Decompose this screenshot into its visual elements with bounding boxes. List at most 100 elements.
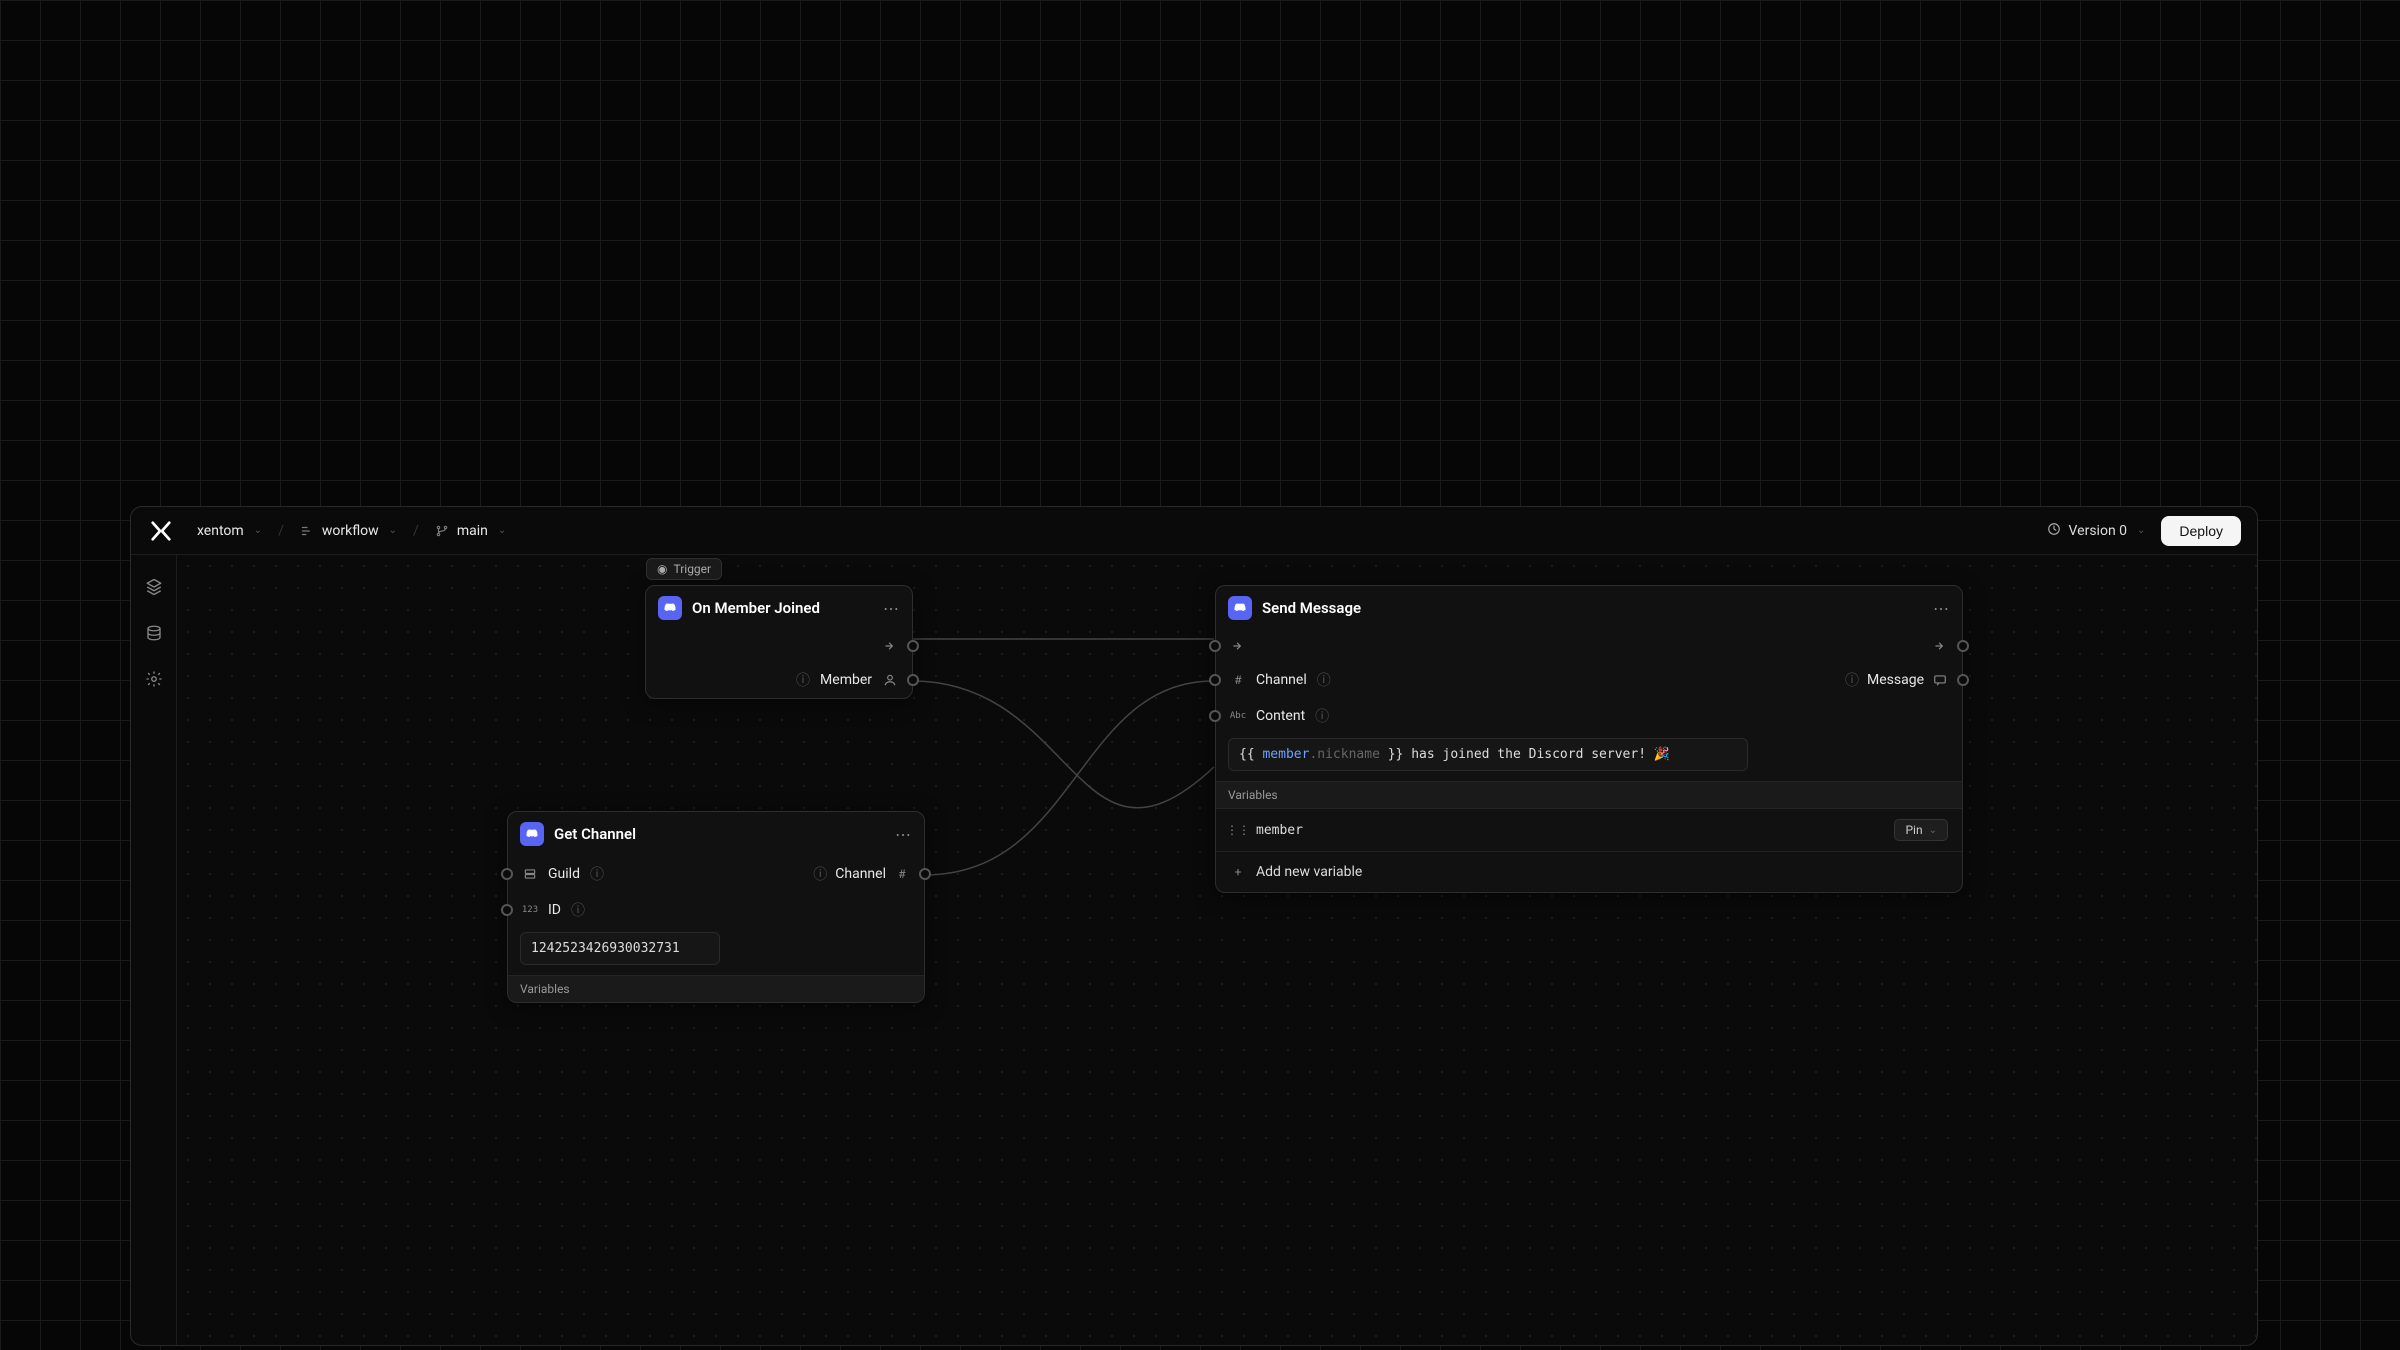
node-menu-button[interactable]: ⋯	[1933, 599, 1950, 618]
breadcrumb-branch-label: main	[457, 523, 488, 539]
port-out-flow[interactable]	[907, 640, 919, 652]
node-send-message[interactable]: Send Message ⋯	[1215, 585, 1963, 893]
user-icon	[882, 672, 898, 688]
gear-icon	[145, 670, 163, 688]
port-in-id[interactable]	[501, 904, 513, 916]
breadcrumb-separator: /	[278, 523, 284, 539]
version-selector[interactable]: Version 0 ⌄	[2039, 518, 2154, 544]
discord-icon	[520, 822, 544, 846]
top-bar: xentom ⌄ / workflow ⌄ / main ⌄	[131, 507, 2257, 555]
breadcrumb-project-label: workflow	[322, 523, 379, 539]
layers-icon	[145, 578, 163, 596]
breadcrumb-branch[interactable]: main ⌄	[429, 520, 512, 542]
tmpl-close: }}	[1380, 747, 1403, 762]
output-row-member: ⓘ Member	[646, 662, 912, 698]
hash-icon: #	[1230, 672, 1246, 688]
id-value: 1242523426930032731	[531, 941, 680, 956]
port-in-content[interactable]	[1209, 710, 1221, 722]
app-body: ◉ Trigger On Member Joined ⋯	[131, 555, 2257, 1345]
tmpl-open: {{	[1239, 747, 1262, 762]
content-template-input[interactable]: {{ member.nickname }} has joined the Dis…	[1228, 738, 1748, 771]
chevron-updown-icon: ⌄	[498, 525, 506, 536]
left-sidebar	[131, 555, 177, 1345]
io-row-guild-channel: Guild ⓘ ⓘ Channel #	[508, 856, 924, 892]
input-row-id: 123 ID ⓘ	[508, 892, 924, 928]
input-channel-label: Channel	[1256, 672, 1307, 688]
info-icon[interactable]: ⓘ	[813, 864, 827, 884]
node-title: Send Message	[1262, 599, 1923, 617]
node-header: Get Channel ⋯	[508, 812, 924, 856]
drag-handle-icon[interactable]: ⋮⋮	[1230, 822, 1246, 838]
breadcrumb-org-label: xentom	[197, 523, 244, 539]
flow-in-icon	[1230, 638, 1246, 654]
port-in-guild[interactable]	[501, 868, 513, 880]
tmpl-var: member	[1262, 747, 1309, 762]
port-out-flow[interactable]	[1957, 640, 1969, 652]
history-icon	[2047, 522, 2061, 540]
plus-icon: +	[1230, 864, 1246, 880]
info-icon[interactable]: ⓘ	[1317, 670, 1331, 690]
add-variable-button[interactable]: + Add new variable	[1216, 851, 1962, 892]
port-in-channel[interactable]	[1209, 674, 1221, 686]
output-message-label: Message	[1867, 672, 1924, 688]
node-on-member-joined[interactable]: ◉ Trigger On Member Joined ⋯	[645, 585, 913, 699]
workflow-canvas[interactable]: ◉ Trigger On Member Joined ⋯	[177, 555, 2257, 1345]
add-variable-label: Add new variable	[1256, 864, 1362, 880]
variables-section-header[interactable]: Variables	[508, 975, 924, 1002]
id-value-input[interactable]: 1242523426930032731	[520, 932, 720, 965]
app-logo[interactable]	[147, 517, 175, 545]
pin-label: Pin	[1905, 823, 1922, 837]
io-row-flow	[1216, 630, 1962, 662]
info-icon[interactable]: ⓘ	[796, 670, 810, 690]
branch-icon	[435, 524, 449, 538]
hash-icon: #	[894, 866, 910, 882]
node-header: Send Message ⋯	[1216, 586, 1962, 630]
workflow-icon	[300, 524, 314, 538]
version-label: Version 0	[2069, 523, 2127, 539]
sidebar-layers-button[interactable]	[138, 571, 170, 603]
output-label: Member	[820, 672, 872, 688]
breadcrumb: xentom ⌄ / workflow ⌄ / main ⌄	[191, 520, 512, 542]
breadcrumb-separator: /	[413, 523, 419, 539]
database-icon	[145, 624, 163, 642]
flow-out-icon	[1932, 638, 1948, 654]
text-icon: Abc	[1230, 708, 1246, 724]
node-title: On Member Joined	[692, 599, 873, 617]
flow-out-icon	[882, 638, 898, 654]
node-header: On Member Joined ⋯	[646, 586, 912, 630]
info-icon[interactable]: ⓘ	[1315, 706, 1329, 726]
deploy-button[interactable]: Deploy	[2161, 516, 2241, 546]
node-tag-trigger: ◉ Trigger	[646, 558, 722, 580]
discord-icon	[658, 596, 682, 620]
port-out-member[interactable]	[907, 674, 919, 686]
node-menu-button[interactable]: ⋯	[883, 599, 900, 618]
info-icon[interactable]: ⓘ	[1845, 670, 1859, 690]
bolt-icon: ◉	[657, 562, 667, 576]
info-icon[interactable]: ⓘ	[590, 864, 604, 884]
server-icon	[522, 866, 538, 882]
chevron-updown-icon: ⌄	[2137, 525, 2145, 536]
breadcrumb-project[interactable]: workflow ⌄	[294, 520, 403, 542]
port-in-flow[interactable]	[1209, 640, 1221, 652]
node-tag-label: Trigger	[673, 562, 711, 576]
chevron-updown-icon: ⌄	[389, 525, 397, 536]
variable-row: ⋮⋮ member Pin ⌄	[1216, 809, 1962, 851]
pin-selector[interactable]: Pin ⌄	[1894, 819, 1948, 841]
port-out-channel[interactable]	[919, 868, 931, 880]
input-row-content: Abc Content ⓘ	[1216, 698, 1962, 734]
node-menu-button[interactable]: ⋯	[895, 825, 912, 844]
breadcrumb-org[interactable]: xentom ⌄	[191, 520, 268, 542]
variables-section-header[interactable]: Variables	[1216, 781, 1962, 809]
chevron-updown-icon: ⌄	[1929, 825, 1937, 836]
port-out-message[interactable]	[1957, 674, 1969, 686]
info-icon[interactable]: ⓘ	[571, 900, 585, 920]
node-get-channel[interactable]: Get Channel ⋯ Guild ⓘ ⓘ Channel #	[507, 811, 925, 1003]
node-title: Get Channel	[554, 825, 885, 843]
sidebar-data-button[interactable]	[138, 617, 170, 649]
variable-name: member	[1256, 823, 1303, 838]
discord-icon	[1228, 596, 1252, 620]
output-row-flow	[646, 630, 912, 662]
xentom-logo-icon	[150, 520, 172, 542]
sidebar-settings-button[interactable]	[138, 663, 170, 695]
chevron-updown-icon: ⌄	[254, 525, 262, 536]
